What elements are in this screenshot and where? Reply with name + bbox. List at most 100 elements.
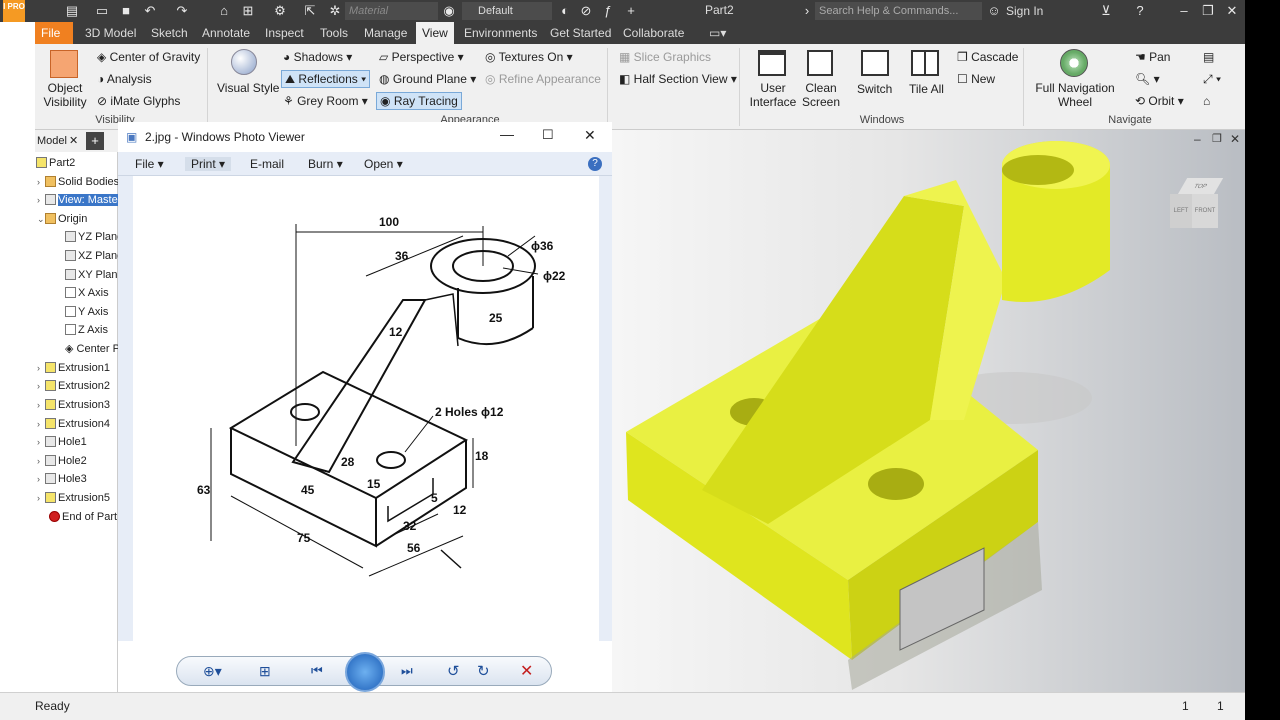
view-cube-front[interactable]: FRONT — [1192, 194, 1218, 228]
tab-collaborate[interactable]: Collaborate — [617, 22, 690, 44]
search-input[interactable]: Search Help & Commands... — [815, 2, 982, 20]
cart-icon[interactable]: ⊻ — [1098, 3, 1114, 19]
tree-node-z-axis[interactable]: Z Axis — [65, 323, 108, 337]
tab-tools[interactable]: Tools — [314, 22, 354, 44]
object-visibility-button[interactable]: Object Visibility — [41, 81, 89, 109]
pv-menu-print[interactable]: Print ▾ — [185, 157, 232, 171]
tree-node-xz-plane[interactable]: XZ Plane — [65, 249, 123, 263]
pv-menu-email[interactable]: E-mail — [250, 157, 284, 171]
tree-node-y-axis[interactable]: Y Axis — [65, 305, 108, 319]
tree-node-hole1[interactable]: › Hole1 — [37, 435, 87, 449]
zoom-button[interactable]: 🔍︎ ▾ — [1135, 71, 1160, 87]
tree-node-view[interactable]: › View: Master — [37, 193, 122, 207]
tab-environments[interactable]: Environments — [458, 22, 543, 44]
home-icon[interactable]: ⌂ — [216, 3, 232, 19]
reflections-button[interactable]: ⛰ Reflections ▾ — [281, 70, 371, 88]
pv-close-icon[interactable]: ✕ — [584, 127, 596, 144]
grey-room-dropdown[interactable]: ⚘ Grey Room ▾ — [283, 93, 368, 109]
home-view-button[interactable]: ⌂ — [1203, 93, 1210, 109]
expand-icon[interactable]: › — [37, 193, 45, 207]
actual-size-icon[interactable]: ⊞ — [259, 663, 271, 680]
settings-icon[interactable]: ✲ — [327, 3, 343, 19]
material-dropdown[interactable]: Material — [345, 2, 438, 20]
tree-node-origin[interactable]: ⌄ Origin — [37, 212, 87, 226]
collapse-icon[interactable]: ⌄ — [37, 212, 45, 226]
tree-node-extrusion5[interactable]: › Extrusion5 — [37, 491, 110, 505]
tree-node-xy-plane[interactable]: XY Plane — [65, 268, 124, 282]
orbit-button[interactable]: ⟲ Orbit ▾ — [1135, 93, 1184, 109]
zoom-all-button[interactable]: ⤢ ▾ — [1203, 71, 1221, 87]
expand-icon[interactable]: › — [37, 361, 45, 375]
expand-icon[interactable]: › — [37, 398, 45, 412]
textures-on-button[interactable]: ◎ Textures On ▾ — [485, 49, 573, 65]
full-navigation-wheel-button[interactable]: Full Navigation Wheel — [1035, 81, 1115, 109]
tab-annotate[interactable]: Annotate — [196, 22, 256, 44]
tree-node-extrusion4[interactable]: › Extrusion4 — [37, 417, 110, 431]
pan-button[interactable]: ☚ Pan — [1135, 49, 1170, 65]
close-icon[interactable]: ✕ — [1224, 3, 1240, 19]
imate-glyphs-button[interactable]: ⊘ iMate Glyphs — [97, 93, 180, 109]
visual-style-button[interactable]: Visual Style — [217, 80, 279, 96]
pv-menu-file[interactable]: File ▾ — [135, 157, 164, 171]
pv-menu-burn[interactable]: Burn ▾ — [308, 157, 343, 171]
select-icon[interactable]: ⇱ — [302, 3, 318, 19]
tree-node-part[interactable]: Part2 — [36, 156, 75, 170]
user-interface-button[interactable]: User Interface — [749, 81, 797, 109]
expand-icon[interactable]: › — [37, 454, 45, 468]
zoom-icon[interactable]: ⊕▾ — [203, 663, 222, 680]
color-wheel-icon[interactable]: ◉ — [442, 3, 456, 19]
tab-3d-model[interactable]: 3D Model — [79, 22, 142, 44]
expand-icon[interactable]: › — [37, 472, 45, 486]
clear-appearance-icon[interactable]: ⊘ — [578, 3, 594, 19]
ground-plane-button[interactable]: ◍ Ground Plane ▾ — [379, 71, 476, 87]
analysis-button[interactable]: ◑ Analysis — [97, 71, 152, 87]
minimize-icon[interactable]: – — [1176, 3, 1192, 19]
open-folder-icon[interactable]: ▭ — [94, 3, 110, 19]
ray-tracing-button[interactable]: ◉ Ray Tracing — [376, 92, 462, 110]
undo-icon[interactable]: ↶ — [142, 3, 158, 19]
measure-icon[interactable]: ⊞ — [240, 3, 256, 19]
pv-menu-open[interactable]: Open ▾ — [364, 157, 403, 171]
refine-appearance-button[interactable]: ◎ Refine Appearance — [485, 71, 601, 87]
redo-icon[interactable]: ↷ — [174, 3, 190, 19]
pv-help-icon[interactable]: ? — [588, 157, 602, 171]
slice-graphics-button[interactable]: ▦ Slice Graphics — [619, 49, 711, 65]
shadows-button[interactable]: ◕ Shadows ▾ — [283, 49, 352, 65]
user-icon[interactable]: ☺ — [987, 3, 1001, 19]
tree-node-extrusion1[interactable]: › Extrusion1 — [37, 361, 110, 375]
ribbon-options-toggle[interactable]: ▭▾ — [703, 22, 732, 44]
update-icon[interactable]: ⚙ — [272, 3, 288, 19]
fx-icon[interactable]: ƒ — [600, 3, 616, 19]
cascade-button[interactable]: ❐ Cascade — [957, 49, 1018, 65]
plus-icon[interactable]: + — [625, 3, 637, 19]
tile-all-button[interactable]: Tile All — [909, 81, 944, 97]
view-face-button[interactable]: ▤ — [1203, 49, 1214, 65]
switch-button[interactable]: Switch — [857, 81, 892, 97]
perspective-button[interactable]: ▱ Perspective ▾ — [379, 49, 464, 65]
expand-icon[interactable]: › — [37, 379, 45, 393]
new-window-button[interactable]: ☐ New — [957, 71, 995, 87]
expand-icon[interactable]: › — [37, 417, 45, 431]
rotate-cw-icon[interactable]: ↻ — [477, 662, 490, 680]
center-of-gravity-button[interactable]: ◈ Center of Gravity — [97, 49, 200, 65]
view-cube[interactable]: TOP LEFT FRONT — [1170, 178, 1224, 234]
tree-node-hole2[interactable]: › Hole2 — [37, 454, 87, 468]
restore-icon[interactable]: ❐ — [1200, 3, 1216, 19]
delete-icon[interactable]: ✕ — [520, 661, 533, 681]
expand-icon[interactable]: › — [37, 491, 45, 505]
slideshow-button[interactable] — [345, 652, 385, 692]
3d-viewport[interactable]: – ❐ ✕ TOP LEFT FRONT — [612, 130, 1245, 692]
tree-node-yz-plane[interactable]: YZ Plane — [65, 230, 123, 244]
browser-tab-model[interactable]: Model — [37, 135, 67, 147]
previous-icon[interactable]: ⏮ — [311, 663, 323, 679]
tree-node-solid-bodies[interactable]: › Solid Bodies — [37, 175, 119, 189]
expand-icon[interactable]: › — [37, 435, 45, 449]
tree-node-hole3[interactable]: › Hole3 — [37, 472, 87, 486]
adjust-appearance-icon[interactable]: ◐ — [557, 3, 573, 19]
sign-in-link[interactable]: Sign In — [1006, 4, 1043, 18]
tree-node-end-of-part[interactable]: End of Part — [49, 510, 117, 524]
browser-close-icon[interactable]: ✕ — [69, 130, 78, 152]
chevron-right-icon[interactable]: › — [802, 3, 812, 19]
tab-file[interactable]: File — [35, 22, 73, 44]
tree-node-extrusion2[interactable]: › Extrusion2 — [37, 379, 110, 393]
